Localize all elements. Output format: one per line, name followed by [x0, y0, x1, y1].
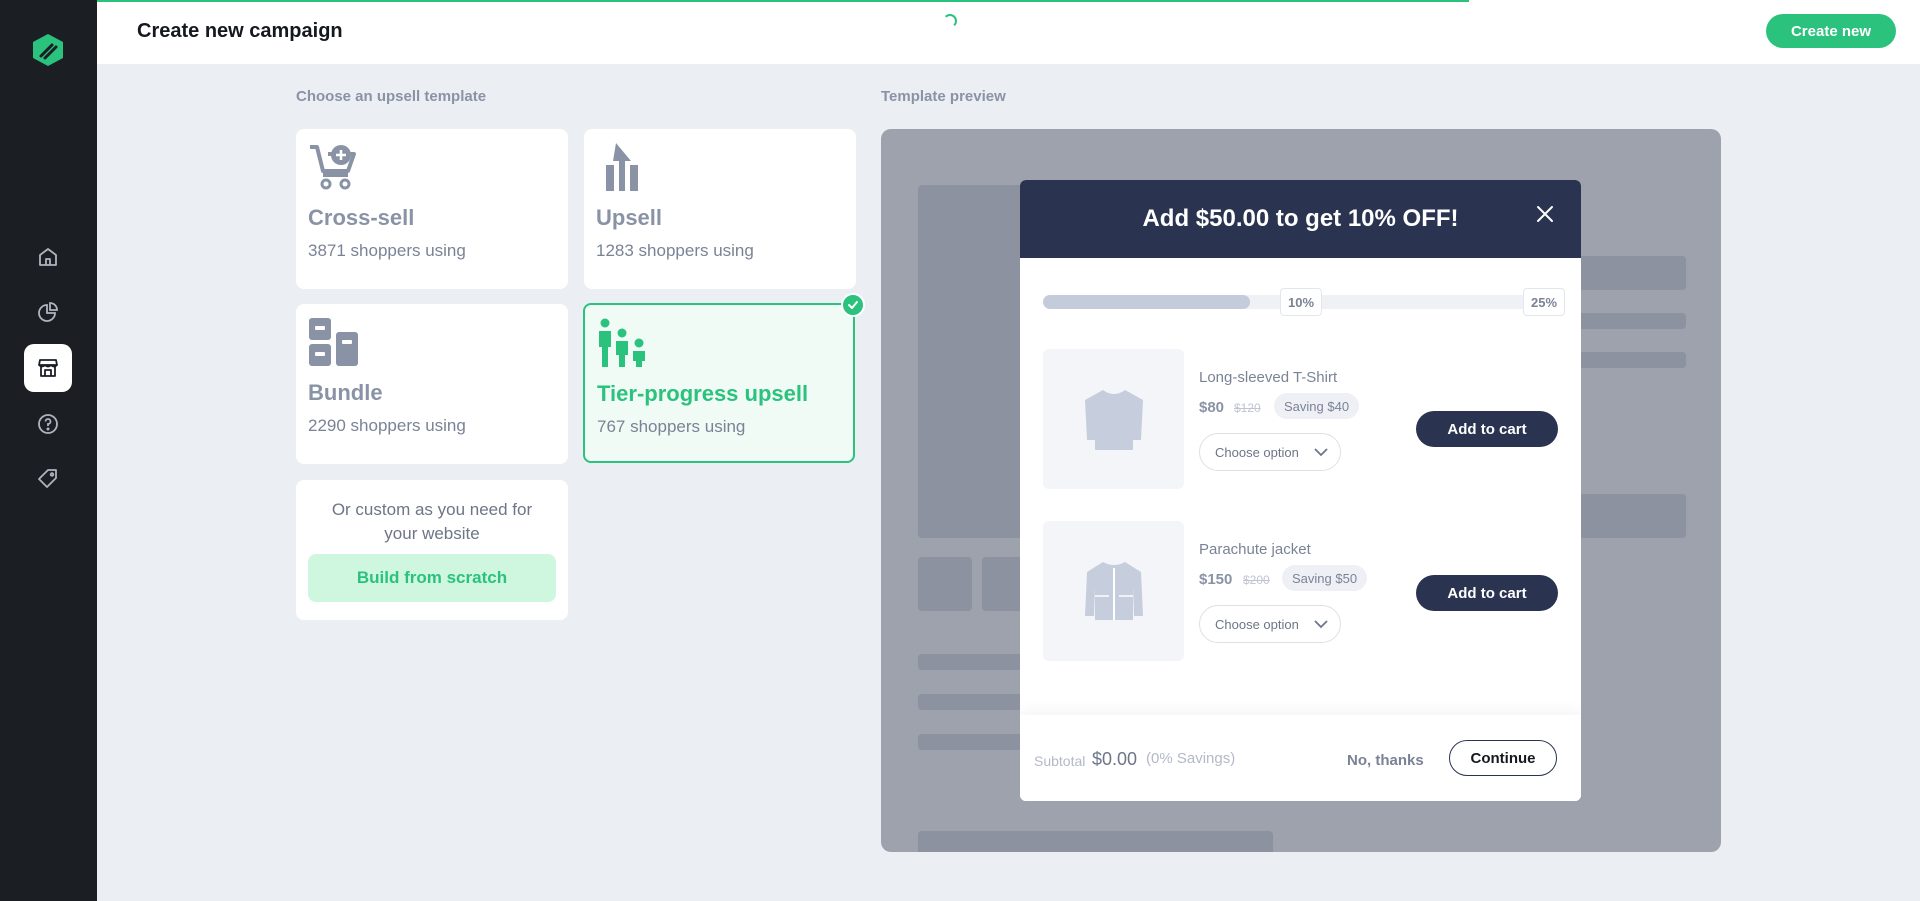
product-row: Long-sleeved T-Shirt $80 $120 Saving $40…: [1043, 349, 1560, 489]
template-usage: 3871 shoppers using: [308, 241, 466, 260]
page-title: Create new campaign: [137, 20, 343, 42]
placeholder-line: [918, 734, 1028, 750]
placeholder-line: [918, 654, 1028, 670]
popup-header: Add $50.00 to get 10% OFF!: [1020, 180, 1581, 258]
product-image: [1043, 349, 1184, 489]
product-old-price: $120: [1234, 401, 1261, 415]
template-usage: 767 shoppers using: [597, 417, 746, 436]
sidebar-item-store[interactable]: [24, 344, 72, 392]
placeholder-block: [918, 831, 1273, 852]
chevron-down-icon: [1314, 448, 1328, 457]
placeholder-line: [918, 694, 1028, 710]
sidebar: [0, 0, 97, 901]
add-to-cart-button[interactable]: Add to cart: [1416, 411, 1558, 447]
template-usage: 2290 shoppers using: [308, 416, 466, 435]
custom-template-text: Or custom as you need for your website: [331, 500, 533, 543]
product-row: Parachute jacket $150 $200 Saving $50 Ch…: [1043, 521, 1560, 661]
loading-spinner-icon: [943, 14, 957, 28]
template-usage: 1283 shoppers using: [596, 241, 754, 260]
upsell-popup: Add $50.00 to get 10% OFF! 10% 25% Long-…: [1020, 180, 1581, 801]
preview-section-label: Template preview: [881, 88, 1006, 105]
subtotal-value: $0.00: [1092, 749, 1138, 769]
home-icon: [39, 248, 57, 266]
option-select-label: Choose option: [1215, 444, 1299, 460]
add-to-cart-button[interactable]: Add to cart: [1416, 575, 1558, 611]
tshirt-icon: [1084, 390, 1143, 450]
chevron-down-icon: [1314, 620, 1328, 629]
subtotal-savings: (0% Savings): [1146, 750, 1236, 767]
product-saving-badge: Saving $50: [1282, 565, 1368, 591]
template-title: Upsell: [596, 205, 663, 230]
template-title: Tier-progress upsell: [597, 381, 809, 406]
template-card-tier-progress[interactable]: Tier-progress upsell 767 shoppers using: [583, 293, 865, 463]
selected-check-icon: [841, 293, 865, 317]
template-card-upsell[interactable]: Upsell 1283 shoppers using: [584, 129, 856, 289]
option-select-label: Choose option: [1215, 616, 1299, 632]
placeholder-thumb: [918, 557, 972, 611]
template-title: Cross-sell: [308, 205, 415, 230]
product-option-select[interactable]: Choose option: [1199, 433, 1341, 471]
placeholder-thumb: [982, 557, 1022, 611]
product-name: Parachute jacket: [1199, 541, 1311, 558]
tier-people-icon: [599, 318, 645, 367]
build-from-scratch-button[interactable]: Build from scratch: [308, 554, 556, 602]
cart-plus-icon: [310, 145, 356, 190]
no-thanks-button[interactable]: No, thanks: [1347, 752, 1424, 769]
bundle-icon: [309, 318, 358, 366]
template-preview: Add $50.00 to get 10% OFF! 10% 25% Long-…: [881, 129, 1721, 852]
tier-progress-fill: [1043, 295, 1250, 309]
product-price: $80: [1199, 399, 1225, 416]
custom-template-card: Or custom as you need for your website B…: [296, 480, 568, 620]
template-card-cross-sell[interactable]: Cross-sell 3871 shoppers using: [296, 129, 568, 289]
continue-button[interactable]: Continue: [1449, 740, 1557, 776]
loading-bar: [97, 0, 1469, 2]
product-name: Long-sleeved T-Shirt: [1199, 369, 1338, 386]
template-section-label: Choose an upsell template: [296, 88, 487, 105]
arrow-up-icon: [606, 143, 638, 191]
sidebar-item-home[interactable]: [24, 233, 72, 281]
product-price: $150: [1199, 571, 1233, 588]
template-card-bundle[interactable]: Bundle 2290 shoppers using: [296, 304, 568, 464]
sidebar-item-tags[interactable]: [24, 455, 72, 503]
jacket-icon: [1084, 562, 1143, 620]
tier-1-marker: 10%: [1280, 288, 1323, 316]
close-icon[interactable]: [1535, 204, 1555, 224]
store-icon: [38, 359, 58, 377]
sidebar-item-analytics[interactable]: [24, 288, 72, 336]
product-saving-badge: Saving $40: [1274, 393, 1360, 419]
analytics-icon: [38, 302, 58, 322]
product-option-select[interactable]: Choose option: [1199, 605, 1341, 643]
popup-footer: Subtotal $0.00 (0% Savings) No, thanks C…: [1020, 715, 1581, 801]
subtotal-label: Subtotal: [1034, 753, 1086, 769]
create-new-button[interactable]: Create new: [1766, 14, 1896, 48]
popup-title: Add $50.00 to get 10% OFF!: [1142, 205, 1459, 232]
template-title: Bundle: [308, 380, 383, 405]
app-logo[interactable]: [30, 32, 66, 68]
sidebar-item-help[interactable]: [24, 400, 72, 448]
top-bar: Create new campaign Create new: [97, 0, 1920, 64]
tier-2-marker: 25%: [1523, 288, 1566, 316]
product-image: [1043, 521, 1184, 661]
product-old-price: $200: [1243, 573, 1270, 587]
tag-icon: [38, 469, 57, 488]
help-icon: [38, 414, 58, 434]
